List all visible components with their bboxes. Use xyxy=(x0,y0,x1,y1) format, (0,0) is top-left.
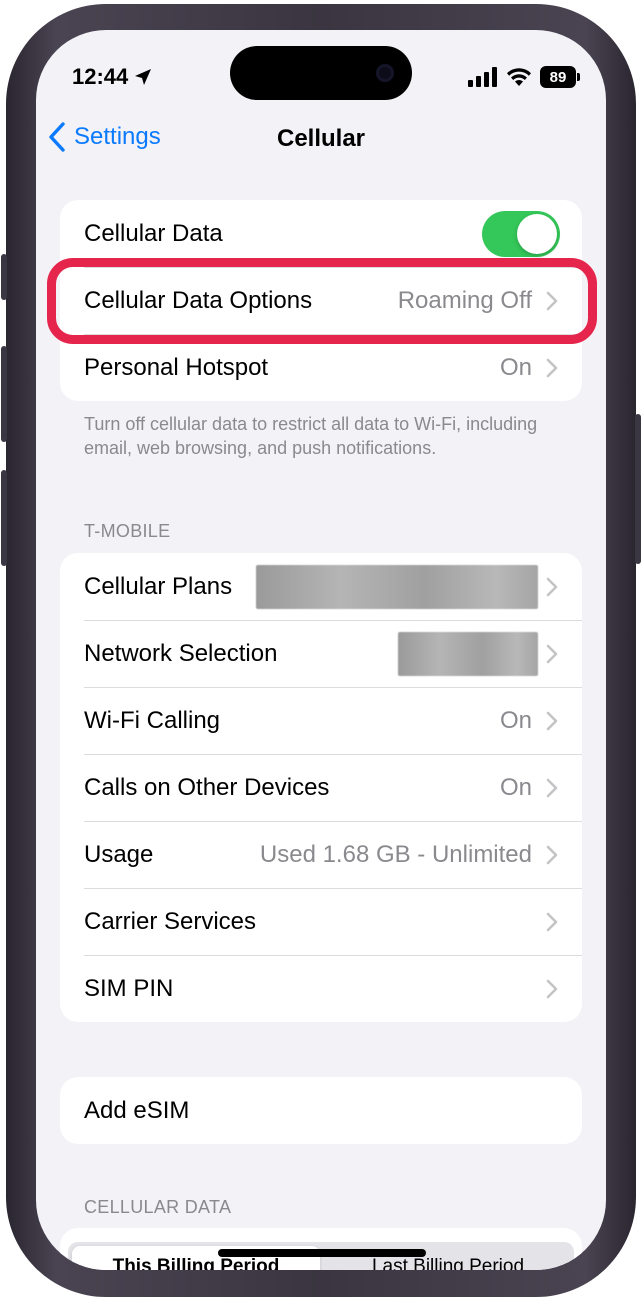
cellular-data-options-row[interactable]: Cellular Data Options Roaming Off xyxy=(60,267,582,334)
tmobile-group: Cellular Plans Network Selection Wi-Fi C… xyxy=(60,553,582,1022)
signal-icon xyxy=(468,67,497,87)
wifi-calling-label: Wi-Fi Calling xyxy=(84,706,221,734)
cellular-data-group: Cellular Data Cellular Data Options Roam… xyxy=(60,200,582,401)
cellular-data-label: Cellular Data xyxy=(84,219,223,247)
calls-on-other-devices-value: On xyxy=(499,773,532,801)
volume-down-button xyxy=(1,470,7,566)
chevron-right-icon xyxy=(546,912,558,931)
battery-level: 89 xyxy=(549,68,567,86)
tmobile-section-header: T-MOBILE xyxy=(84,521,171,541)
cellular-data-footnote: Turn off cellular data to restrict all d… xyxy=(84,414,538,458)
chevron-right-icon xyxy=(546,291,558,310)
cellular-data-section-header: CELLULAR DATA xyxy=(84,1197,232,1217)
usage-value: Used 1.68 GB - Unlimited xyxy=(259,840,532,868)
chevron-right-icon xyxy=(546,778,558,797)
cellular-data-options-value: Roaming Off xyxy=(397,286,532,314)
wifi-calling-value: On xyxy=(499,706,532,734)
usage-row[interactable]: Usage Used 1.68 GB - Unlimited xyxy=(60,821,582,888)
screen: 12:44 89 Settings Cellular Cellular Data xyxy=(36,30,606,1270)
network-selection-row[interactable]: Network Selection xyxy=(60,620,582,687)
sim-pin-label: SIM PIN xyxy=(84,974,174,1002)
cellular-plans-row[interactable]: Cellular Plans xyxy=(60,553,582,620)
redacted-plan-value xyxy=(256,564,538,609)
home-indicator xyxy=(218,1249,426,1257)
dynamic-island xyxy=(230,46,412,100)
status-icons: 89 xyxy=(468,66,580,88)
time-label: 12:44 xyxy=(72,64,129,89)
carrier-services-row[interactable]: Carrier Services xyxy=(60,888,582,955)
chevron-right-icon xyxy=(546,979,558,998)
wifi-icon xyxy=(507,68,531,86)
personal-hotspot-row[interactable]: Personal Hotspot On xyxy=(60,334,582,401)
action-button xyxy=(1,254,7,300)
power-button xyxy=(635,414,641,564)
chevron-right-icon xyxy=(546,358,558,377)
chevron-right-icon xyxy=(546,644,558,663)
carrier-services-label: Carrier Services xyxy=(84,907,257,935)
volume-up-button xyxy=(1,346,7,442)
battery-indicator: 89 xyxy=(540,66,580,88)
status-time: 12:44 xyxy=(72,64,152,90)
cellular-data-toggle[interactable] xyxy=(482,210,560,257)
camera-icon xyxy=(376,64,394,82)
add-esim-row[interactable]: Add eSIM xyxy=(60,1077,582,1144)
wifi-calling-row[interactable]: Wi-Fi Calling On xyxy=(60,687,582,754)
network-selection-label: Network Selection xyxy=(84,639,278,667)
redacted-network-value xyxy=(398,631,538,676)
usage-label: Usage xyxy=(84,840,154,868)
cellular-data-options-label: Cellular Data Options xyxy=(84,286,313,314)
calls-on-other-devices-row[interactable]: Calls on Other Devices On xyxy=(60,754,582,821)
personal-hotspot-value: On xyxy=(499,353,532,381)
chevron-right-icon xyxy=(546,711,558,730)
cellular-data-row: Cellular Data xyxy=(60,200,582,267)
calls-on-other-devices-label: Calls on Other Devices xyxy=(84,773,330,801)
cellular-plans-label: Cellular Plans xyxy=(84,572,233,600)
chevron-right-icon xyxy=(546,577,558,596)
toggle-knob xyxy=(517,213,557,254)
personal-hotspot-label: Personal Hotspot xyxy=(84,353,269,381)
sim-pin-row[interactable]: SIM PIN xyxy=(60,955,582,1022)
location-arrow-icon xyxy=(135,69,152,85)
chevron-right-icon xyxy=(546,845,558,864)
page-title: Cellular xyxy=(276,125,366,152)
esim-group: Add eSIM xyxy=(60,1077,582,1144)
add-esim-button[interactable]: Add eSIM xyxy=(84,1097,558,1125)
